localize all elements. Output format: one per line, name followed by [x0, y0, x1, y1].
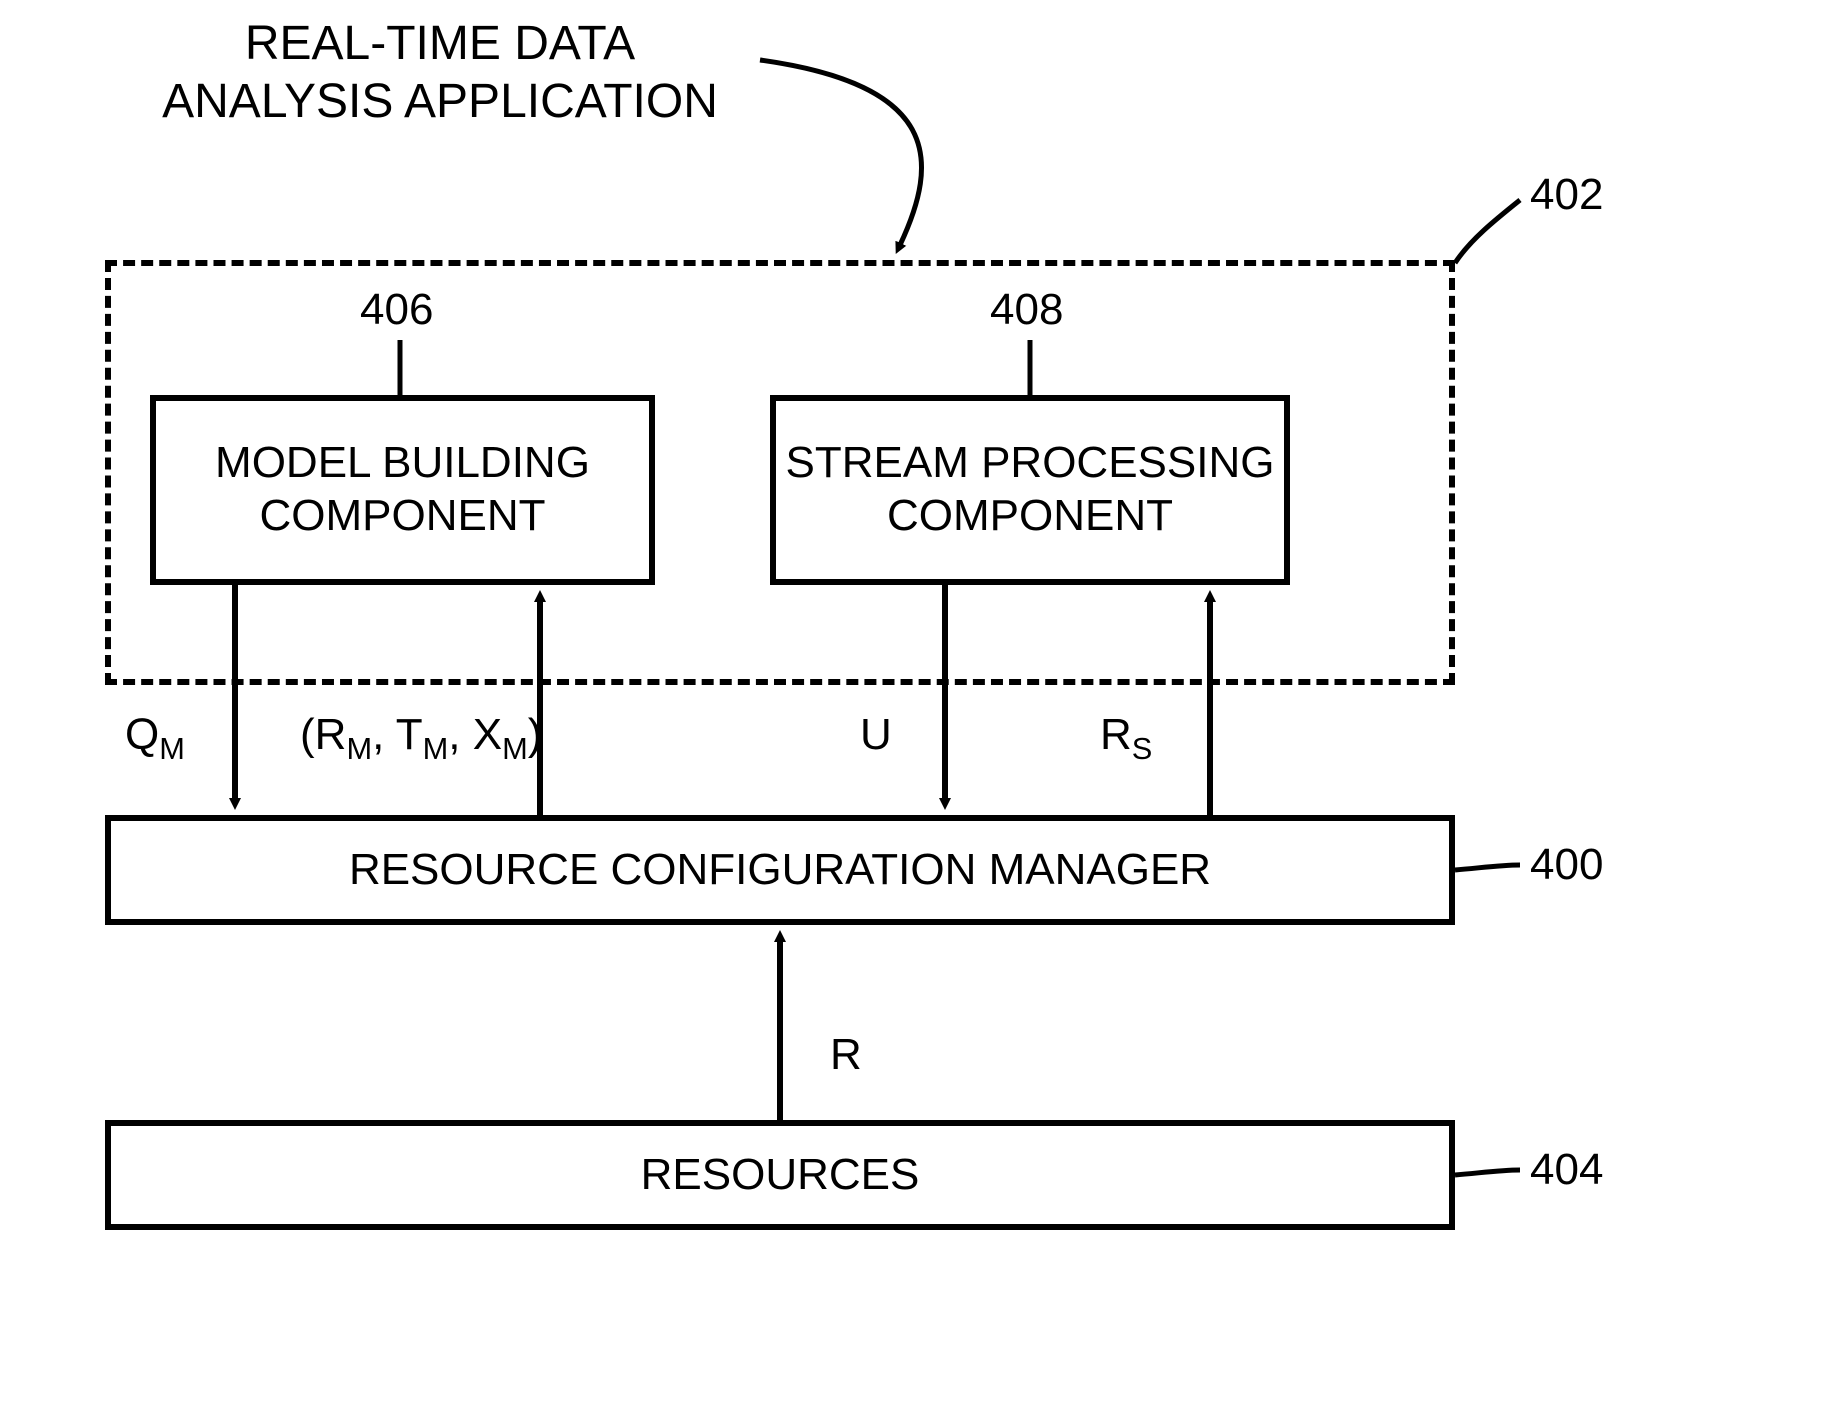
resource-config-manager-box: RESOURCE CONFIGURATION MANAGER [105, 815, 1455, 925]
ref-408: 408 [990, 285, 1063, 335]
label-r: R [830, 1030, 862, 1080]
label-u: U [860, 710, 892, 760]
title-label: REAL-TIME DATA ANALYSIS APPLICATION [120, 15, 760, 130]
ref-402: 402 [1530, 170, 1603, 220]
stream-processing-box: STREAM PROCESSING COMPONENT [770, 395, 1290, 585]
ref-404: 404 [1530, 1145, 1603, 1195]
label-rs: RS [1100, 710, 1152, 767]
model-building-box: MODEL BUILDING COMPONENT [150, 395, 655, 585]
title-pointer [760, 60, 922, 245]
label-qm: QM [125, 710, 185, 767]
resources-box: RESOURCES [105, 1120, 1455, 1230]
leader-402 [1455, 200, 1520, 263]
leader-404 [1455, 1170, 1520, 1175]
ref-400: 400 [1530, 840, 1603, 890]
label-rm-tm-xm: (RM, TM, XM) [300, 710, 542, 767]
ref-406: 406 [360, 285, 433, 335]
leader-400 [1455, 865, 1520, 870]
